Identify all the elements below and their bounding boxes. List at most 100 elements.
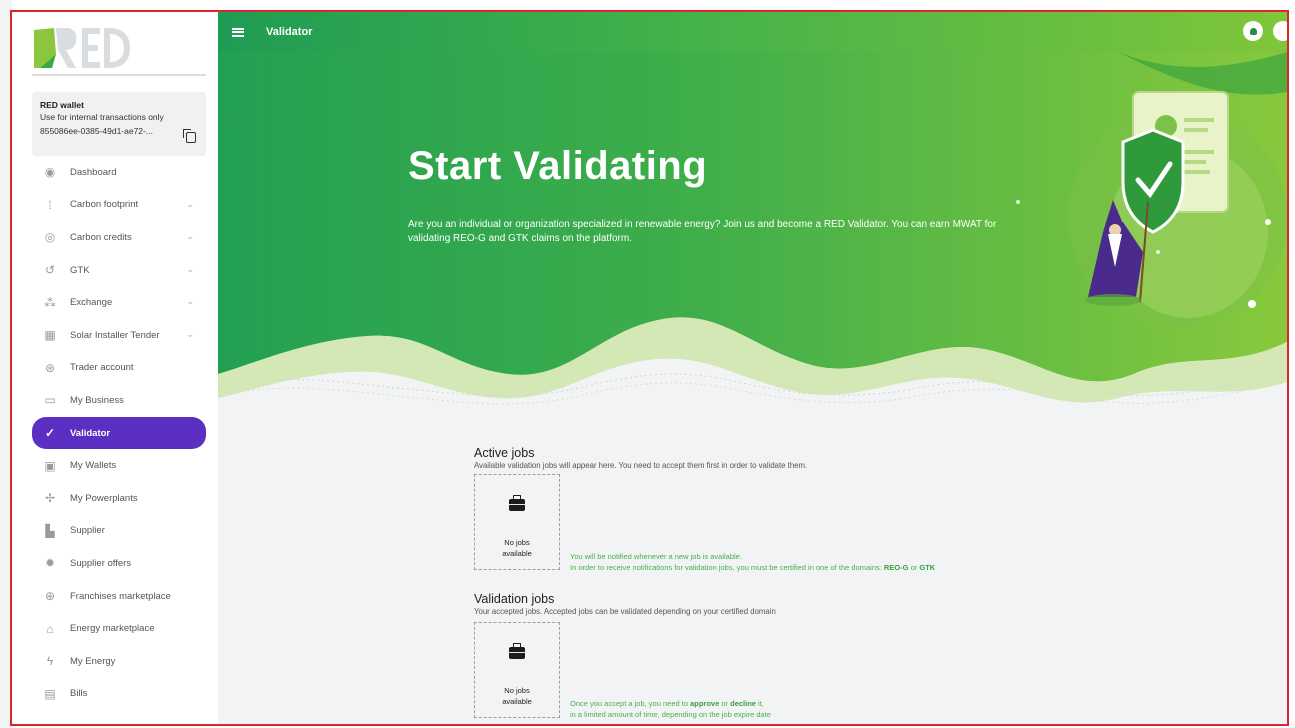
credits-icon: ◎ [44,230,56,245]
page-title: Validator [266,26,313,38]
note-text: In order to receive notifications for va… [570,563,884,573]
sidebar-item-label: Supplier offers [70,557,132,569]
decline-term: decline [730,699,756,708]
note-text: or [908,563,920,573]
business-icon: ▭ [44,393,56,408]
sidebar-item-label: My Powerplants [70,492,138,504]
offers-icon: ✹ [44,556,56,571]
sidebar-item-label: Franchises marketplace [70,590,171,602]
sidebar-item-label: Exchange [70,297,113,309]
note-line: In order to receive notifications for va… [570,562,935,573]
dashboard-icon: ◉ [44,165,56,180]
active-jobs-title: Active jobs [474,446,535,460]
validator-icon: ✓ [44,426,56,441]
main-content: Validator Start Validating Are you an in… [218,12,1287,726]
sidebar-item-carbon-credits[interactable]: ◎ Carbon credits ⌄ [32,221,206,254]
sidebar-item-label: Bills [70,688,88,700]
sidebar-item-label: Supplier [70,525,105,537]
validation-jobs-empty-card: No jobs available [474,622,560,718]
energy-icon: ϟ [46,654,54,669]
copy-icon[interactable] [183,129,196,143]
active-jobs-empty-card: No jobs available [474,474,560,570]
domain-gtk: GTK [919,563,936,573]
sidebar-nav: ◉ Dashboard ⁞ Carbon footprint ⌄ ◎ Carbo… [32,156,206,710]
wallet-id: 855086ee-0385-49d1-ae72-... [40,126,153,136]
sidebar-item-label: Carbon footprint [70,199,139,211]
powerplant-icon: ✢ [44,491,56,506]
sidebar-item-trader-account[interactable]: ⊛ Trader account [32,352,206,385]
domain-reo-g: REO-G [883,563,909,573]
hero-description: Are you an individual or organization sp… [408,219,997,244]
sidebar-item-label: My Business [70,394,124,406]
note-text: or [719,699,731,708]
active-jobs-subtitle: Available validation jobs will appear he… [474,461,808,470]
logo-divider [32,74,206,76]
sidebar-item-label: Dashboard [70,166,117,178]
hero-banner: Start Validating Are you an individual o… [218,52,1287,432]
sidebar-item-label: My Energy [70,655,116,667]
validation-jobs-title: Validation jobs [474,592,555,606]
sidebar-item-my-powerplants[interactable]: ✢ My Powerplants [32,482,206,515]
sidebar-item-label: Validator [70,427,111,439]
sidebar-item-label: My Wallets [70,460,117,472]
briefcase-icon [509,643,525,659]
solar-panel-icon: ▦ [44,328,56,343]
sidebar-item-supplier[interactable]: ▙ Supplier [32,515,206,548]
sidebar-item-label: GTK [70,264,90,276]
sidebar-item-dashboard[interactable]: ◉ Dashboard [32,156,206,189]
active-jobs-section: Active jobs Available validation jobs wi… [474,446,807,470]
chevron-down-icon[interactable]: ⌄ [186,329,194,340]
validation-jobs-section: Validation jobs Your accepted jobs. Acce… [474,592,776,616]
footprint-icon: ⁞ [48,197,52,212]
chevron-down-icon[interactable]: ⌄ [186,296,194,307]
validation-jobs-subtitle: Your accepted jobs. Accepted jobs can be… [474,607,776,616]
marketplace-icon: ⌂ [46,621,54,636]
top-bar: Validator [218,12,1287,52]
note-line: You will be notified whenever a new job … [570,552,742,561]
bills-icon: ▤ [44,686,56,701]
briefcase-icon [509,495,525,511]
red-logo[interactable] [32,24,132,72]
chevron-down-icon[interactable]: ⌄ [186,264,194,275]
sidebar-item-label: Energy marketplace [70,623,155,635]
globe-icon: ⊕ [44,589,56,604]
chevron-down-icon[interactable]: ⌄ [186,199,194,210]
note-line: Once you accept a job, you need to appro… [570,698,771,709]
sidebar-item-label: Trader account [70,362,134,374]
sidebar: RED wallet Use for internal transactions… [12,12,218,726]
active-jobs-note: You will be notified whenever a new job … [570,551,935,574]
sidebar-item-carbon-footprint[interactable]: ⁞ Carbon footprint ⌄ [32,189,206,222]
note-text: Once you accept a job, you need to [570,699,691,708]
sidebar-item-my-energy[interactable]: ϟ My Energy [32,645,206,678]
approve-term: approve [690,699,720,708]
wallet-title: RED wallet [40,100,84,110]
avatar[interactable] [1273,21,1287,41]
gtk-icon: ↺ [44,263,56,278]
wallet-icon: ▣ [44,458,56,473]
sidebar-item-bills[interactable]: ▤ Bills [32,678,206,711]
sidebar-item-gtk[interactable]: ↺ GTK ⌄ [32,254,206,287]
outer-window-edge [0,0,12,728]
sidebar-item-label: Carbon credits [70,231,132,243]
sidebar-item-franchises-marketplace[interactable]: ⊕ Franchises marketplace [32,580,206,613]
note-line: in a limited amount of time, depending o… [570,710,771,720]
no-jobs-label: No jobs available [502,538,532,559]
sidebar-item-supplier-offers[interactable]: ✹ Supplier offers [32,547,206,580]
sidebar-item-validator[interactable]: ✓ Validator [32,416,206,450]
sidebar-item-label: Solar Installer Tender [70,329,160,341]
hero-title: Start Validating [408,144,708,188]
validation-jobs-note: Once you accept a job, you need to appro… [570,698,771,721]
sidebar-item-exchange[interactable]: ⁂ Exchange ⌄ [32,286,206,319]
no-jobs-label: No jobs available [502,686,532,707]
notification-bell-icon[interactable] [1243,21,1263,41]
wallet-subtitle: Use for internal transactions only [40,112,164,122]
chevron-down-icon[interactable]: ⌄ [186,231,194,242]
sidebar-item-solar-installer-tender[interactable]: ▦ Solar Installer Tender ⌄ [32,319,206,352]
menu-icon[interactable] [232,27,244,37]
trader-icon: ⊛ [44,360,56,375]
sidebar-item-energy-marketplace[interactable]: ⌂ Energy marketplace [32,612,206,645]
note-text: it, [755,699,764,708]
wallet-card: RED wallet Use for internal transactions… [32,92,206,156]
sidebar-item-my-wallets[interactable]: ▣ My Wallets [32,449,206,482]
sidebar-item-my-business[interactable]: ▭ My Business [32,384,206,417]
